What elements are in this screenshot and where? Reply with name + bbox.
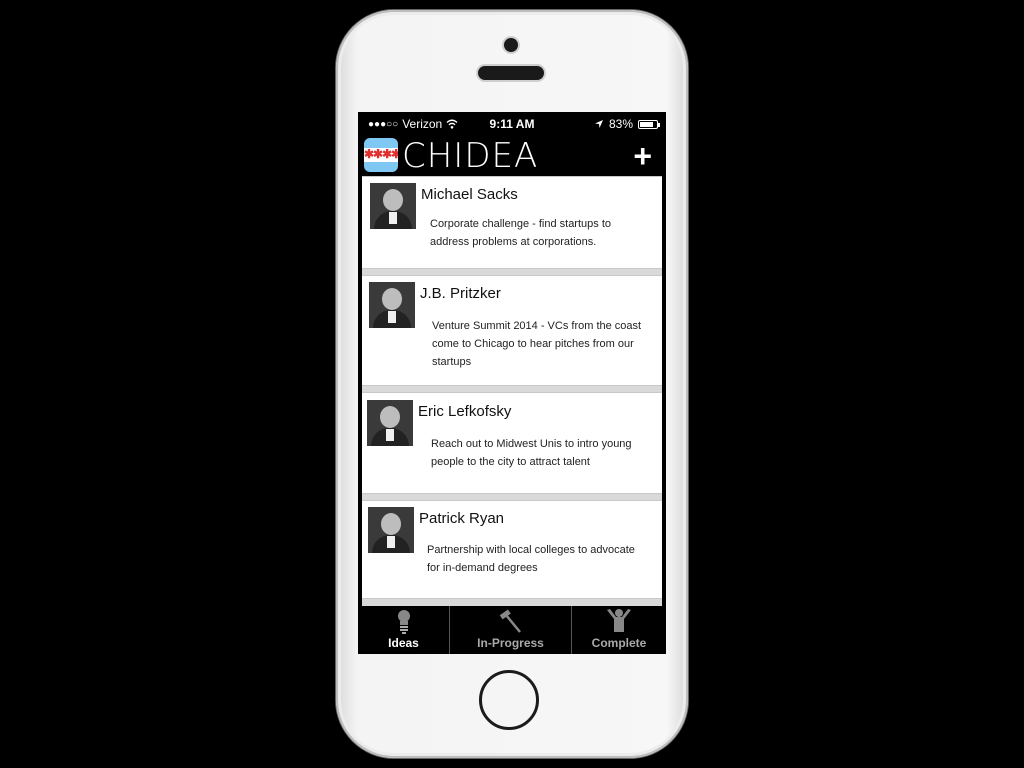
- tab-label: In-Progress: [477, 636, 544, 650]
- front-camera: [504, 38, 518, 52]
- lightbulb-icon: [397, 610, 410, 634]
- tab-ideas[interactable]: Ideas: [358, 606, 450, 654]
- tab-bar: Ideas In-Progress Complete: [358, 606, 666, 654]
- add-idea-button[interactable]: +: [633, 138, 652, 174]
- app-title: CHIDEA: [402, 136, 539, 176]
- avatar: [368, 507, 414, 553]
- person-name: Eric Lefkofsky: [418, 403, 512, 420]
- idea-description: Venture Summit 2014 - VCs from the coast…: [432, 320, 642, 368]
- raised-arms-person-icon: [607, 609, 631, 632]
- app-header: ✱✱✱✱ CHIDEA +: [358, 136, 666, 176]
- chicago-flag-logo: ✱✱✱✱: [364, 138, 398, 172]
- ideas-list[interactable]: Michael Sacks Corporate challenge - find…: [362, 176, 662, 606]
- earpiece-speaker: [478, 66, 544, 80]
- battery-percent: 83%: [608, 117, 633, 131]
- list-item[interactable]: Patrick Ryan Partnership with local coll…: [362, 500, 662, 599]
- idea-description: Reach out to Midwest Unis to intro young…: [431, 438, 632, 468]
- location-arrow-icon: [594, 120, 603, 128]
- person-name: Michael Sacks: [421, 186, 518, 203]
- status-bar: ●●●○○ Verizon 9:11 AM 83%: [358, 112, 666, 136]
- home-button[interactable]: [479, 670, 539, 730]
- list-item[interactable]: Eric Lefkofsky Reach out to Midwest Unis…: [362, 392, 662, 494]
- list-item[interactable]: J.B. Pritzker Venture Summit 2014 - VCs …: [362, 275, 662, 386]
- battery-icon: [638, 119, 660, 129]
- avatar: [367, 400, 413, 446]
- app-screen: ●●●○○ Verizon 9:11 AM 83% ✱✱✱✱ CHIDEA +: [358, 112, 666, 654]
- idea-description: Partnership with local colleges to advoc…: [427, 544, 635, 574]
- tab-label: Complete: [591, 636, 647, 650]
- avatar: [369, 282, 415, 328]
- list-item[interactable]: Michael Sacks Corporate challenge - find…: [362, 176, 662, 269]
- hammer-icon: [499, 609, 521, 633]
- tab-complete[interactable]: Complete: [572, 606, 666, 654]
- tab-label: Ideas: [388, 636, 419, 650]
- person-name: Patrick Ryan: [419, 510, 505, 527]
- avatar: [370, 183, 416, 229]
- tab-in-progress[interactable]: In-Progress: [450, 606, 572, 654]
- person-name: J.B. Pritzker: [420, 285, 501, 302]
- idea-description: Corporate challenge - find startups to a…: [430, 218, 611, 248]
